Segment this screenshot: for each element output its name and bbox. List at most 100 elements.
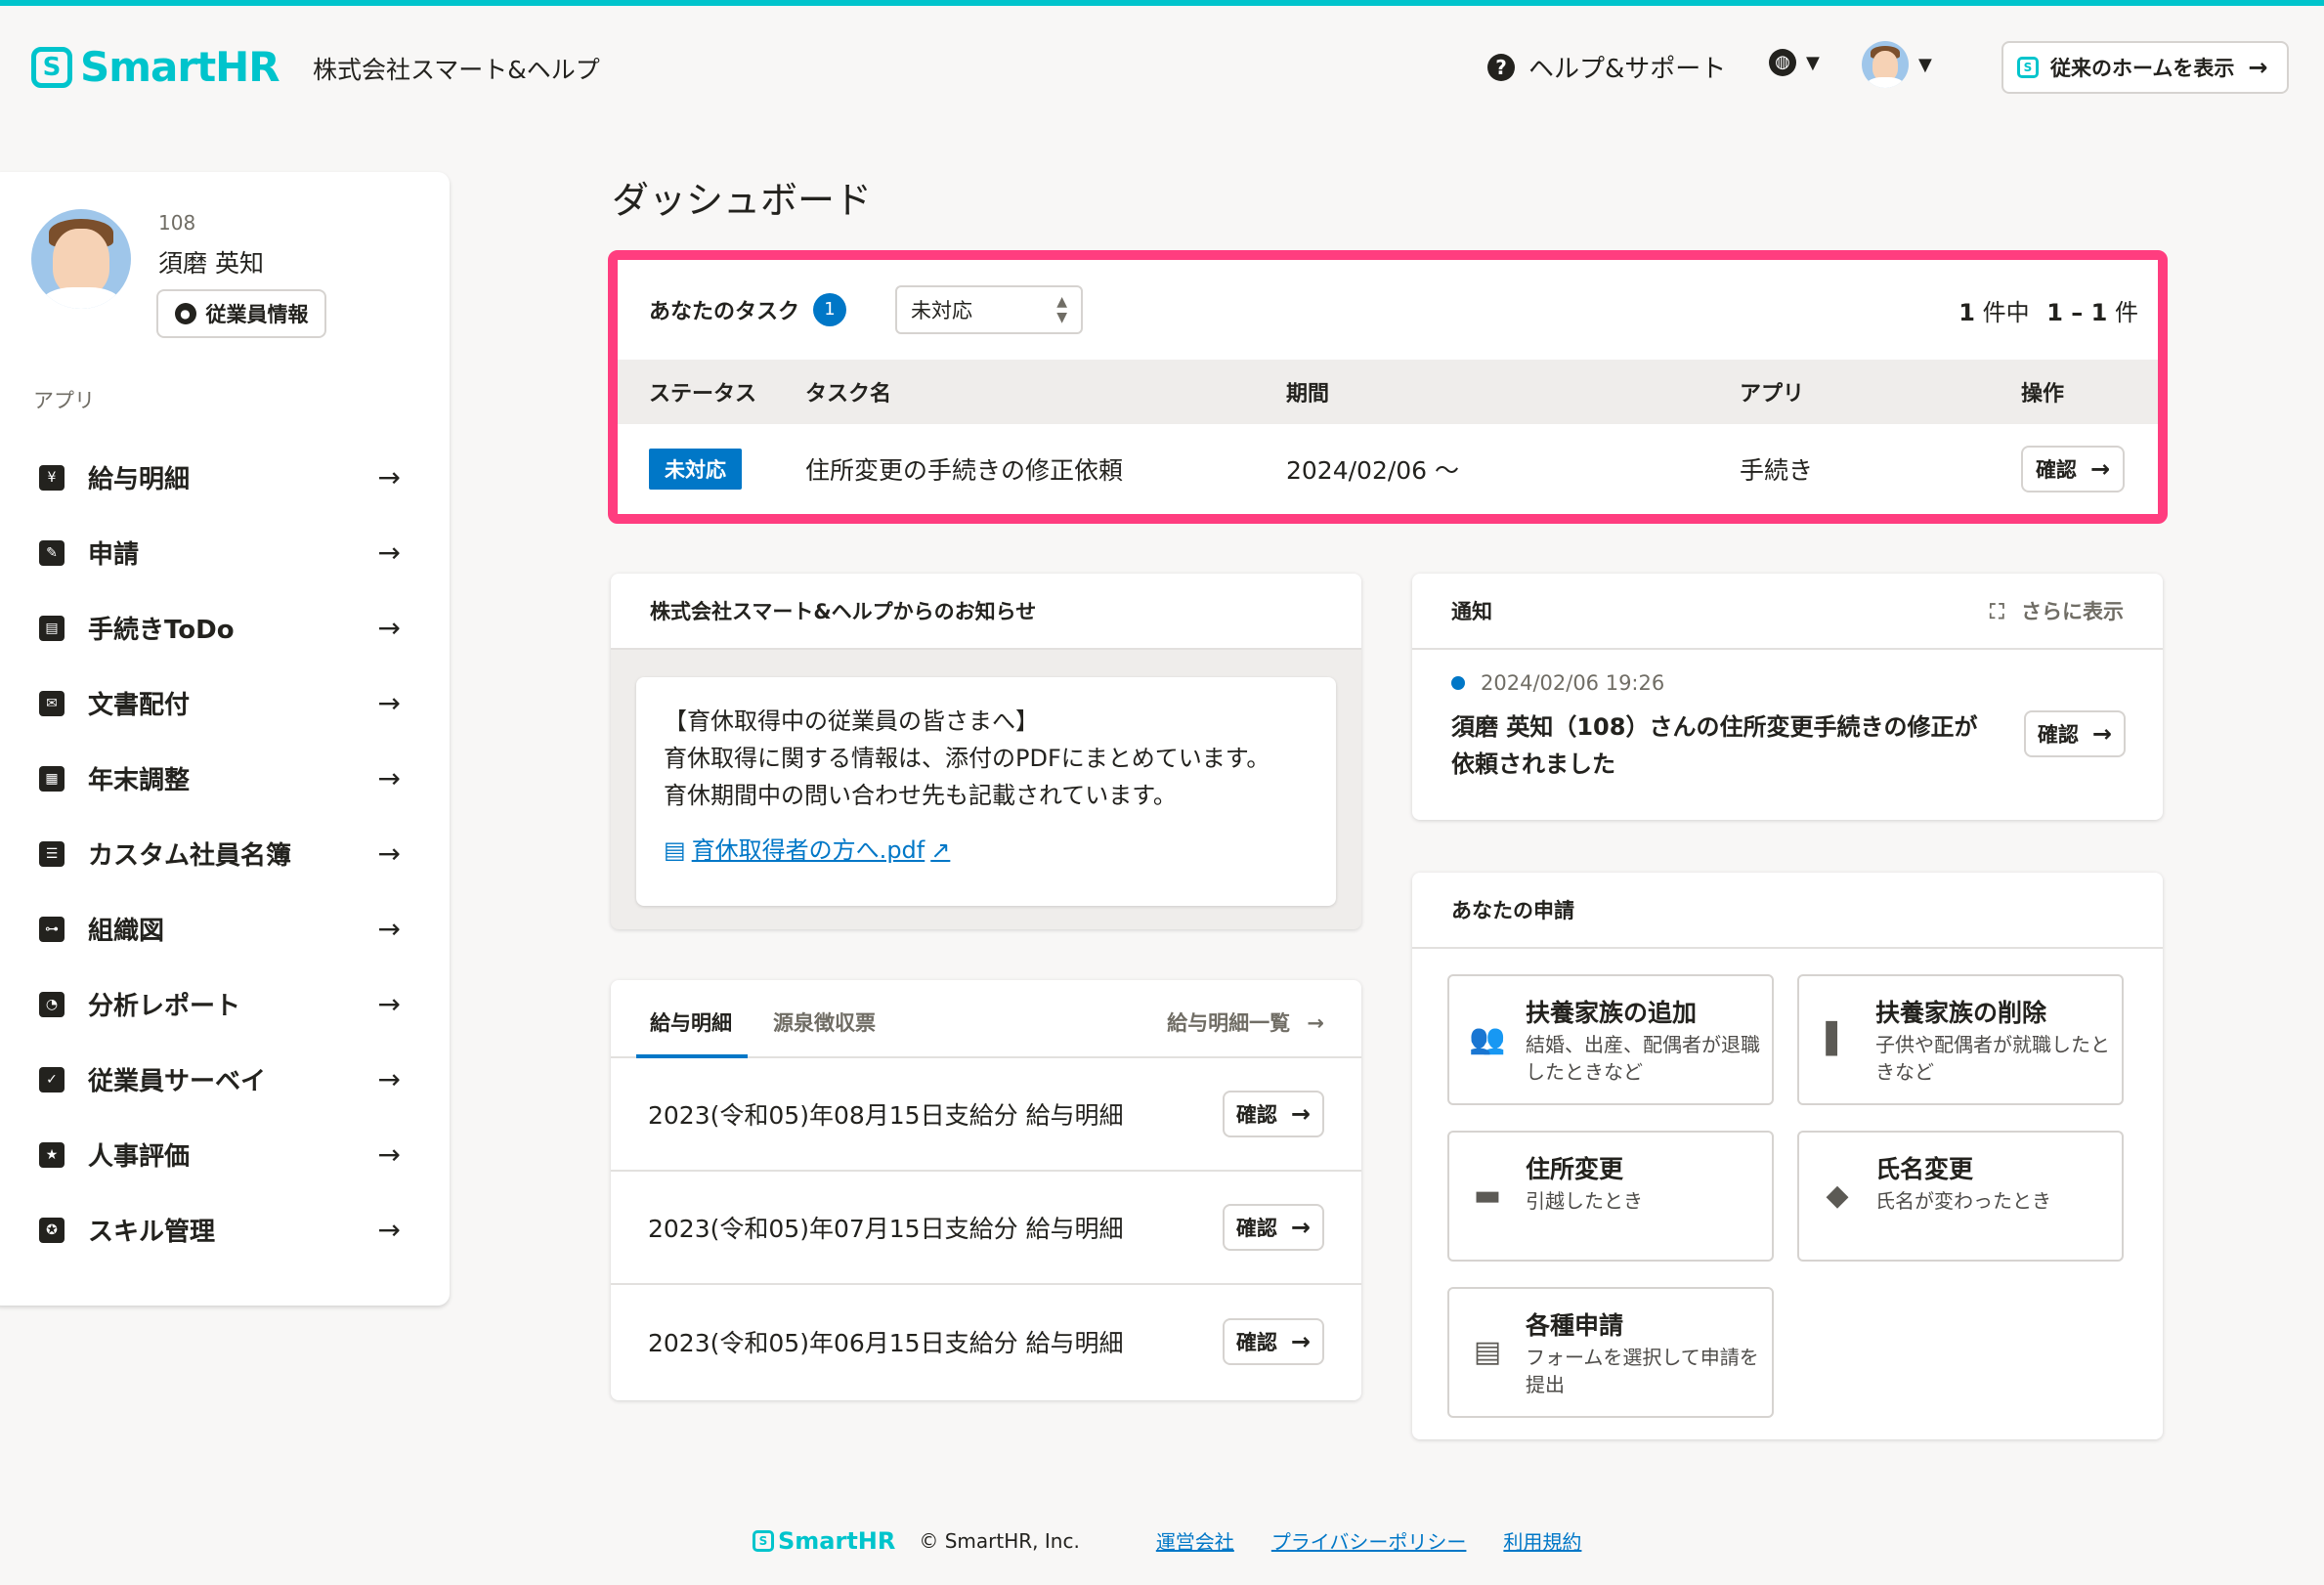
column-app: アプリ xyxy=(1740,382,1805,407)
org-chart-icon: ⊶ xyxy=(39,916,65,942)
payslip-confirm-button[interactable]: 確認 → xyxy=(1222,1318,1324,1365)
apply-various[interactable]: ▤ 各種申請 フォームを選択して申請を提出 xyxy=(1447,1287,1774,1418)
pie-chart-icon: ◔ xyxy=(39,991,65,1017)
sidebar-item-org-chart[interactable]: ⊶ 組織図 → xyxy=(39,891,401,966)
arrow-right-icon: → xyxy=(1290,1100,1311,1128)
apply-add-dependent[interactable]: 👥 扶養家族の追加 結婚、出産、配偶者が退職したときなど xyxy=(1447,974,1774,1105)
sidebar-item-document-delivery[interactable]: ✉ 文書配付 → xyxy=(39,665,401,741)
chevron-down-icon: ▼ xyxy=(1806,52,1820,73)
tag-icon: ◆ xyxy=(1826,1178,1849,1213)
arrow-right-icon: → xyxy=(377,612,401,644)
column-task-name: タスク名 xyxy=(805,382,892,407)
payslip-icon: ¥ xyxy=(39,464,65,491)
task-confirm-button[interactable]: 確認 → xyxy=(2021,446,2125,493)
arrow-right-icon: → xyxy=(377,1214,401,1246)
app-nav: ¥ 給与明細 → ✎ 申請 → ▤ 手続きToDo → ✉ 文書配付 → ▦ 年… xyxy=(39,440,401,1267)
door-exit-icon: ▌ xyxy=(1826,1022,1849,1056)
arrow-right-icon: → xyxy=(377,762,401,794)
notice-body: 【育休取得中の従業員の皆さまへ】 育休取得に関する情報は、添付のPDFにまとめて… xyxy=(636,677,1336,906)
payslip-label: 2023(令和05)年06月15日支給分 給与明細 xyxy=(648,1329,1124,1357)
document-icon: ▤ xyxy=(39,615,65,641)
tab-payslip[interactable]: 給与明細 xyxy=(650,1007,732,1037)
column-action: 操作 xyxy=(2021,382,2065,407)
tasks-header: あなたのタスク 1 未対応 ▲ ▼ 1 件中 1 – 1 件 xyxy=(618,260,2158,360)
application-icon: ✎ xyxy=(39,539,65,566)
payslip-label: 2023(令和05)年08月15日支給分 給与明細 xyxy=(648,1101,1124,1130)
column-status: ステータス xyxy=(649,382,757,407)
footer-link-terms[interactable]: 利用規約 xyxy=(1503,1526,1581,1555)
arrow-right-icon: → xyxy=(377,461,401,493)
tasks-table-header: ステータス タスク名 期間 アプリ 操作 xyxy=(618,360,2158,424)
globe-icon: ◍ xyxy=(1769,49,1796,76)
employee-name: 須磨 英知 xyxy=(158,249,264,278)
payslip-label: 2023(令和05)年07月15日支給分 給与明細 xyxy=(648,1215,1124,1243)
sort-caret-icon: ▲ ▼ xyxy=(1056,294,1068,325)
logo-mark-icon: S xyxy=(31,46,72,88)
sidebar-item-payslip[interactable]: ¥ 給与明細 → xyxy=(39,440,401,515)
paging-summary: 1 件中 1 – 1 件 xyxy=(1958,299,2138,326)
header: S SmartHR 株式会社スマート&ヘルプ ? ヘルプ&サポート ◍ ▼ ▼ … xyxy=(0,6,2324,125)
notifications-title: 通知 xyxy=(1451,600,1492,623)
sidebar-item-procedure-todo[interactable]: ▤ 手続きToDo → xyxy=(39,590,401,665)
sidebar-item-custom-roster[interactable]: ☰ カスタム社員名簿 → xyxy=(39,816,401,891)
avatar xyxy=(31,209,131,309)
apply-remove-dependent[interactable]: ▌ 扶養家族の削除 子供や配偶者が就職したときなど xyxy=(1797,974,2124,1105)
notification-confirm-button[interactable]: 確認 → xyxy=(2023,710,2126,757)
old-home-label: 従来のホームを表示 xyxy=(2050,57,2235,80)
sidebar-item-employee-survey[interactable]: ✓ 従業員サーベイ → xyxy=(39,1042,401,1117)
calendar-icon: ▦ xyxy=(39,765,65,792)
user-menu[interactable]: ▼ xyxy=(1862,41,1932,88)
user-circle-icon: ● xyxy=(174,303,196,324)
list-item: 2023(令和05)年08月15日支給分 給与明細 確認 → xyxy=(611,1058,1361,1172)
column-period: 期間 xyxy=(1286,382,1330,407)
question-icon: ? xyxy=(1487,53,1515,81)
help-support-link[interactable]: ? ヘルプ&サポート xyxy=(1487,49,1726,85)
notifications-panel: 通知 ⛶ さらに表示 2024/02/06 19:26 須磨 英知（108）さん… xyxy=(1412,574,2163,820)
sidebar-item-application[interactable]: ✎ 申請 → xyxy=(39,515,401,590)
status-filter-select[interactable]: 未対応 ▲ ▼ xyxy=(895,285,1084,334)
old-home-button[interactable]: S 従来のホームを表示 → xyxy=(2001,41,2289,94)
notification-text: 須磨 英知（108）さんの住所変更手続きの修正が依頼されました xyxy=(1451,713,1978,778)
footer-link-company[interactable]: 運営会社 xyxy=(1156,1526,1234,1555)
payslip-confirm-button[interactable]: 確認 → xyxy=(1222,1091,1324,1137)
sidebar-item-skill-management[interactable]: ✪ スキル管理 → xyxy=(39,1192,401,1267)
sidebar-item-analysis-report[interactable]: ◔ 分析レポート → xyxy=(39,966,401,1042)
payslip-confirm-button[interactable]: 確認 → xyxy=(1222,1204,1324,1251)
notification-item: 2024/02/06 19:26 須磨 英知（108）さんの住所変更手続きの修正… xyxy=(1412,650,2163,804)
arrow-right-icon: → xyxy=(377,687,401,719)
pdf-attachment-link[interactable]: ▤ 育休取得者の方へ.pdf ↗ xyxy=(664,832,1309,869)
employee-info-button[interactable]: ● 従業員情報 xyxy=(156,289,326,338)
notification-date: 2024/02/06 19:26 xyxy=(1451,671,2124,695)
language-menu[interactable]: ◍ ▼ xyxy=(1769,49,1820,76)
show-more-link[interactable]: ⛶ さらに表示 xyxy=(1990,596,2124,625)
arrow-right-icon: → xyxy=(377,837,401,870)
tasks-panel: あなたのタスク 1 未対応 ▲ ▼ 1 件中 1 – 1 件 ステータス タスク名… xyxy=(608,250,2168,524)
help-label: ヘルプ&サポート xyxy=(1528,55,1727,84)
company-notice-panel: 株式会社スマート&ヘルプからのお知らせ 【育休取得中の従業員の皆さまへ】 育休取… xyxy=(611,574,1361,929)
arrow-right-icon: → xyxy=(2089,455,2111,483)
apply-address-change[interactable]: ▬ 住所変更 引越したとき xyxy=(1447,1131,1774,1262)
arrow-right-icon: → xyxy=(1290,1214,1311,1241)
apply-name-change[interactable]: ◆ 氏名変更 氏名が変わったとき xyxy=(1797,1131,2124,1262)
list-item: 2023(令和05)年06月15日支給分 給与明細 確認 → xyxy=(611,1285,1361,1398)
logo-mark-icon: S xyxy=(753,1529,774,1552)
tab-withholding[interactable]: 源泉徴収票 xyxy=(773,1007,876,1037)
notice-title: 株式会社スマート&ヘルプからのお知らせ xyxy=(611,574,1361,650)
smarthr-mini-icon: S xyxy=(2017,57,2039,78)
external-link-icon: ↗ xyxy=(930,836,951,864)
arrow-right-icon: → xyxy=(2248,54,2268,81)
sidebar-item-year-end-adjustment[interactable]: ▦ 年末調整 → xyxy=(39,741,401,816)
file-icon: ▤ xyxy=(664,836,686,864)
sidebar-item-hr-evaluation[interactable]: ★ 人事評価 → xyxy=(39,1117,401,1192)
notice-line: 【育休取得中の従業員の皆さまへ】 xyxy=(664,707,1039,735)
smarthr-logo[interactable]: S SmartHR xyxy=(31,43,280,91)
status-filter-value: 未対応 xyxy=(911,299,973,322)
footer-link-privacy[interactable]: プライバシーポリシー xyxy=(1271,1526,1467,1555)
task-period: 2024/02/06 〜 xyxy=(1286,456,1460,485)
task-name[interactable]: 住所変更の手続きの修正依頼 xyxy=(805,451,1123,487)
expand-icon: ⛶ xyxy=(1989,600,2004,623)
payslip-list-link[interactable]: 給与明細一覧 → xyxy=(1167,1007,1324,1037)
table-row: 未対応 住所変更の手続きの修正依頼 2024/02/06 〜 手続き 確認 → xyxy=(618,424,2158,514)
list-item: 2023(令和05)年07月15日支給分 給与明細 確認 → xyxy=(611,1172,1361,1285)
footer-logo: S SmartHR xyxy=(753,1527,895,1555)
